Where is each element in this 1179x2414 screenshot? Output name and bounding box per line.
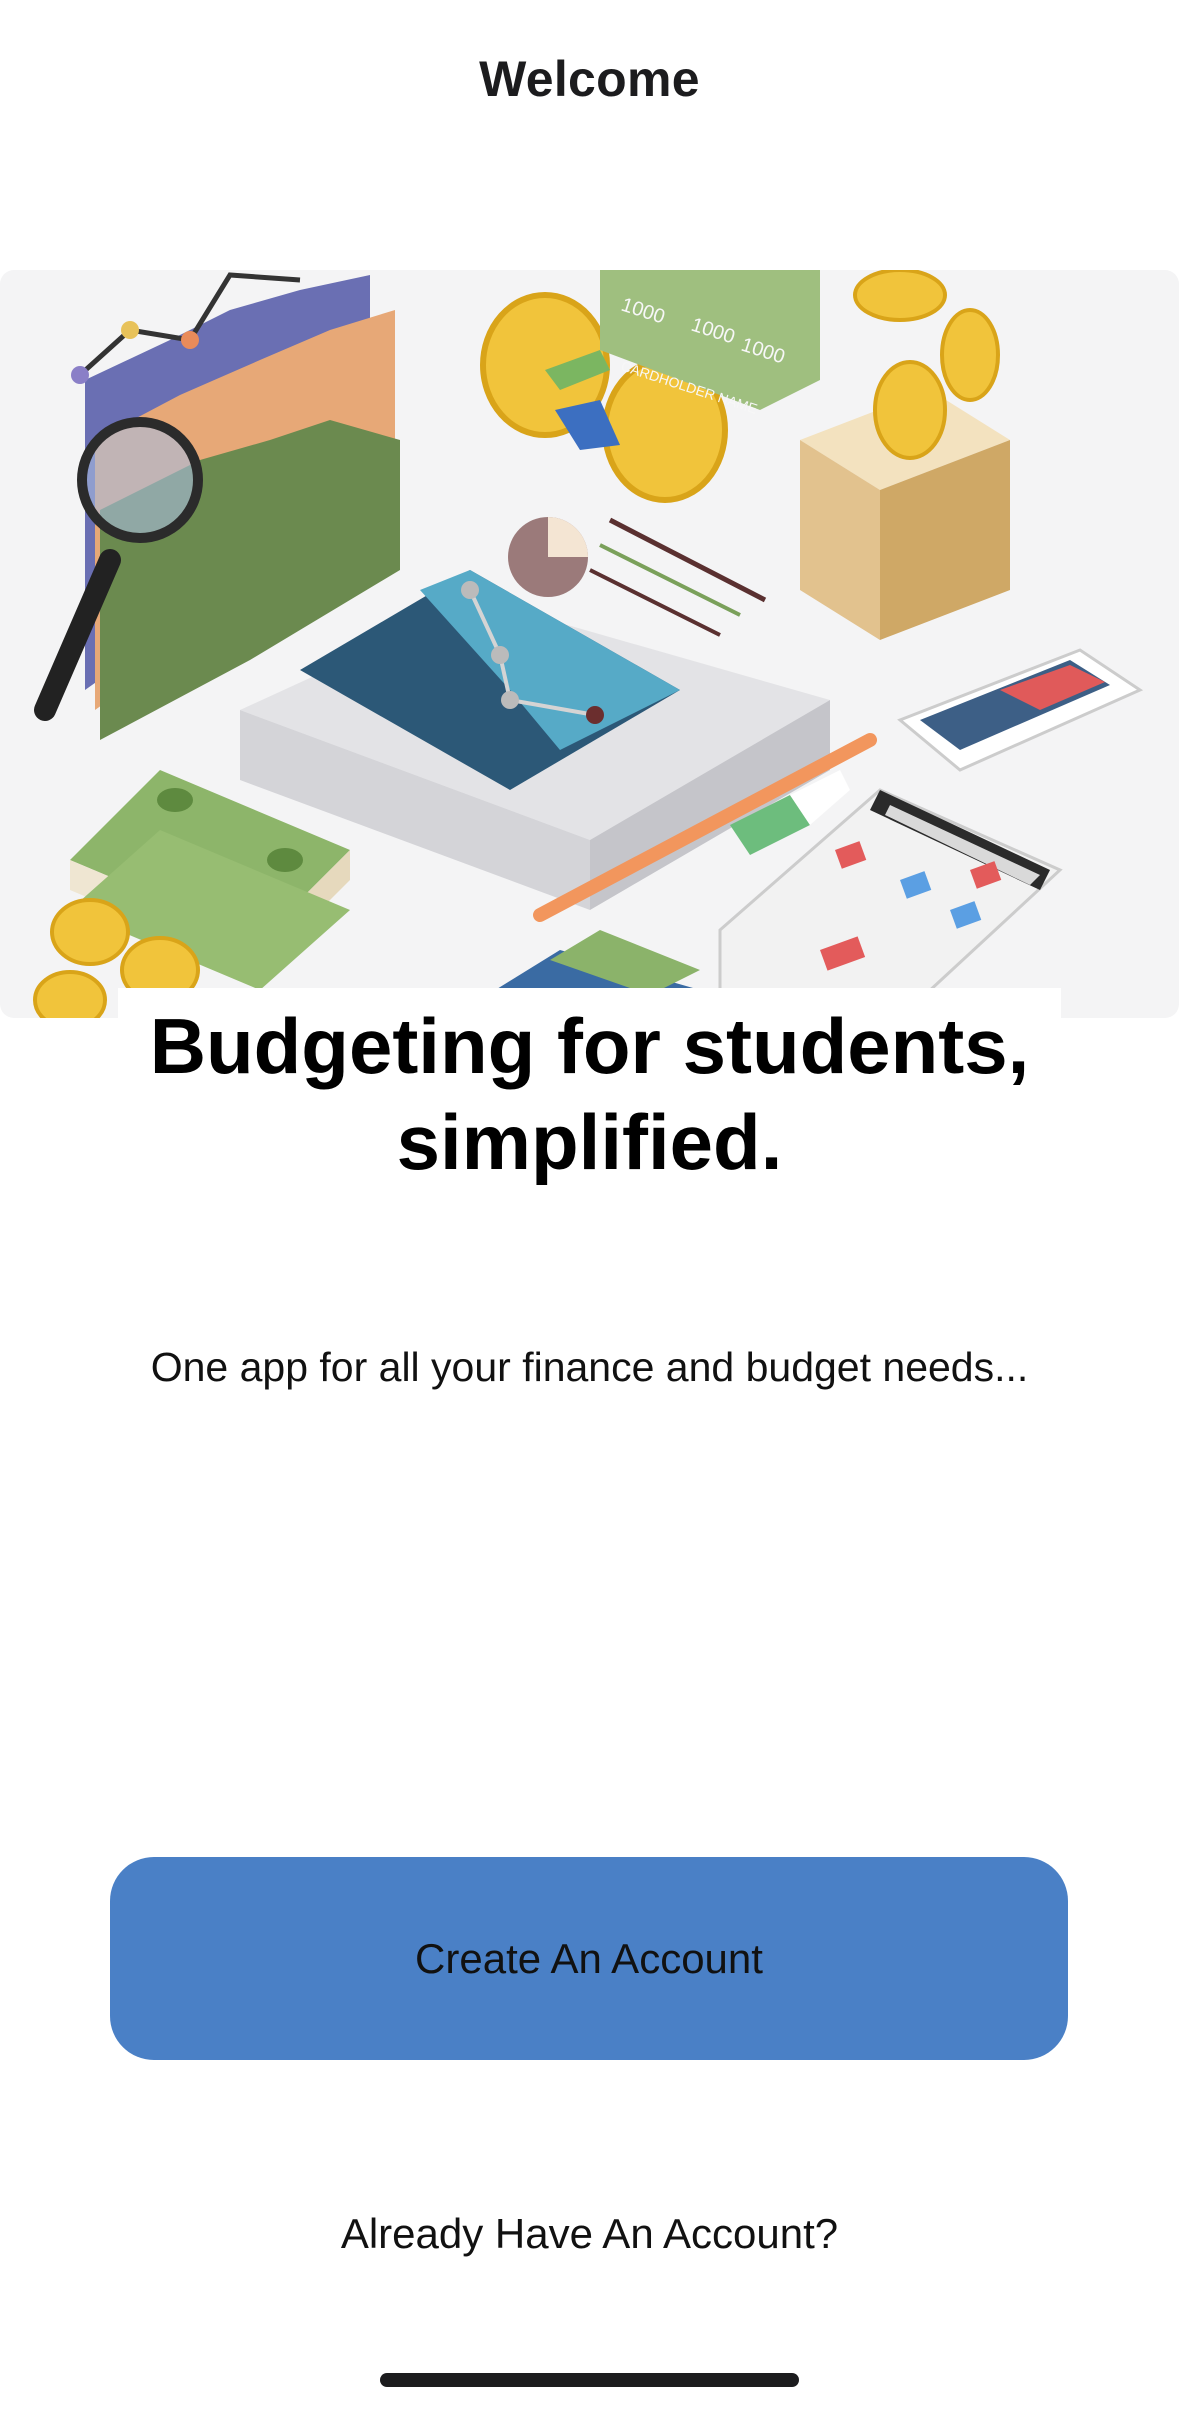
subtitle: One app for all your finance and budget … (150, 1344, 1029, 1390)
hero-illustration: 1000 1000 1000 CARDHOLDER NAME (0, 270, 1179, 1018)
home-indicator (380, 2373, 799, 2387)
headline-line-2: simplified. (396, 1098, 783, 1186)
headline: Budgeting for students, simplified. (118, 998, 1061, 1190)
money-stack-graphic (33, 770, 350, 1018)
savings-box-graphic (800, 270, 1010, 640)
login-link[interactable]: Already Have An Account? (0, 2210, 1179, 2258)
create-account-button[interactable]: Create An Account (110, 1857, 1068, 2060)
headline-container: Budgeting for students, simplified. (118, 988, 1061, 1190)
headline-line-1: Budgeting for students, (149, 1002, 1030, 1090)
nav-title: Welcome (479, 51, 700, 107)
phone-graphic (897, 648, 1144, 772)
